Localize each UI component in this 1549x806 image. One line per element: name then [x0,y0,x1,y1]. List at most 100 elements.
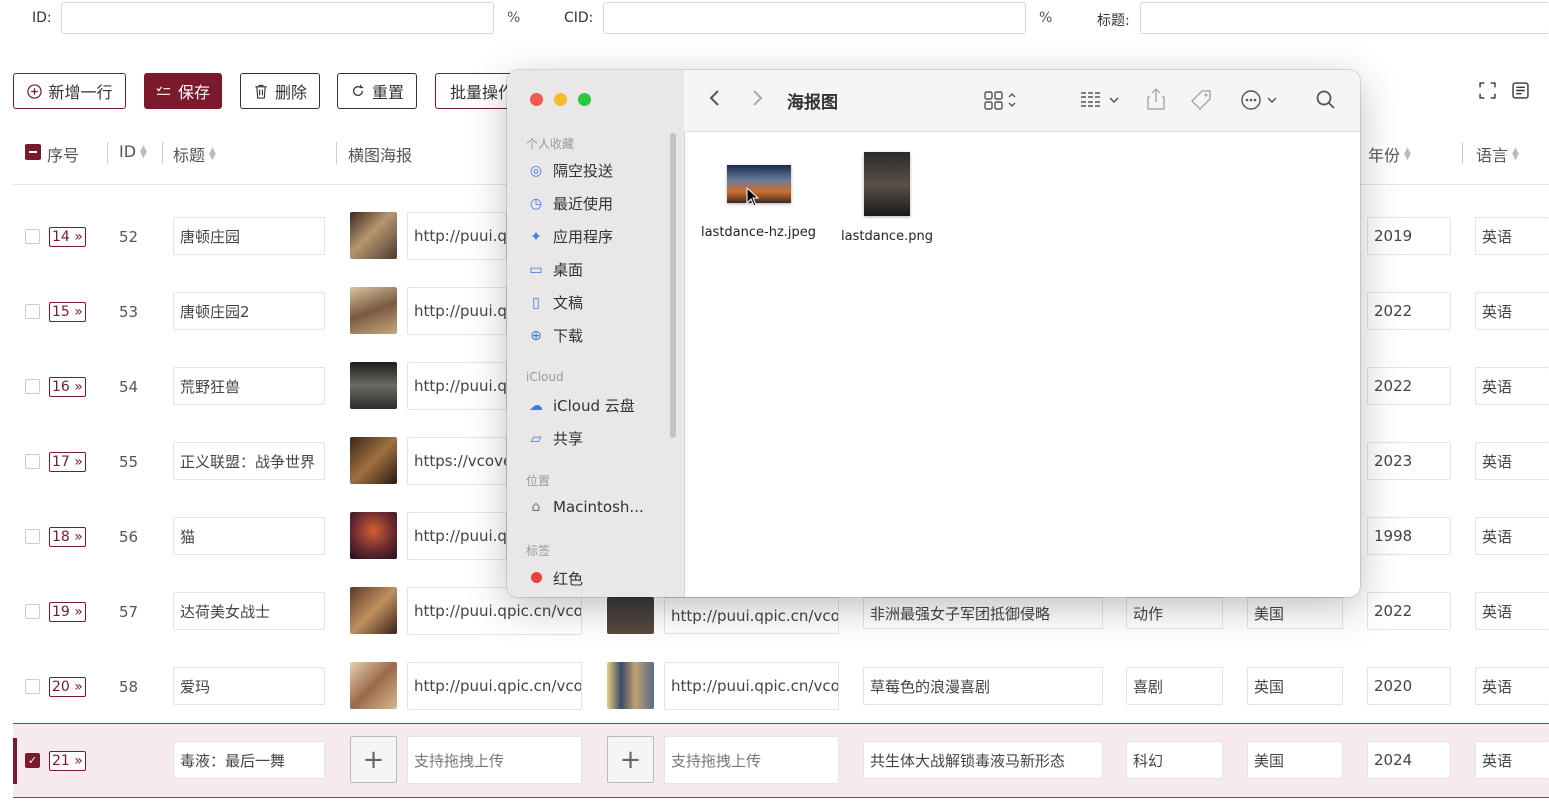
sidebar-item-shared[interactable]: ▱ 共享 [527,428,583,449]
group-by-icon[interactable] [1080,90,1124,115]
row-checkbox[interactable] [25,379,40,394]
year-input[interactable]: 2022 [1367,592,1451,630]
row-seq-badge[interactable]: 15 » [49,302,86,322]
language-select[interactable]: 英语 [1475,592,1549,630]
title-input[interactable]: 达荷美女战士 [173,592,325,630]
poster-url-input[interactable]: https://vcove [407,437,507,485]
sort-icon[interactable]: ▲ ▼ [209,147,216,162]
row-checkbox[interactable] [25,529,40,544]
genre-select[interactable]: 喜剧 [1126,667,1223,705]
header-language[interactable]: 语言 ▲ ▼ [1476,142,1519,166]
search-icon[interactable] [1316,90,1336,115]
year-input[interactable]: 1998 [1367,517,1451,555]
title-input[interactable]: 正义联盟：战争世界 [173,442,325,480]
poster-upload-plus-icon[interactable]: + [350,736,397,783]
poster-thumbnail[interactable] [350,212,397,259]
row-checkbox[interactable] [25,604,40,619]
year-input[interactable]: 2022 [1367,292,1451,330]
poster-url-input[interactable]: http://puui.qp [407,362,507,410]
title-search-input[interactable] [1140,2,1549,34]
grid-view-icon[interactable] [984,90,1018,115]
row-seq-badge[interactable]: 21 » [49,751,86,771]
poster-thumbnail[interactable] [350,362,397,409]
finder-window[interactable]: 个人收藏 ◎ 隔空投送 ◷ 最近使用 ✦ 应用程序 ▭ 桌面 ▯ 文稿 ⊕ 下载 iClou… [507,70,1360,597]
row-seq-badge[interactable]: 17 » [49,452,86,472]
language-select[interactable]: 英语 [1475,367,1549,405]
poster-url-input[interactable]: http://puui.qp [407,287,507,335]
year-input[interactable]: 2023 [1367,442,1451,480]
sort-icon[interactable]: ▲ ▼ [140,144,147,159]
language-select[interactable]: 英语 [1475,667,1549,705]
share-icon[interactable] [1146,87,1166,116]
vertical-poster-thumbnail[interactable] [607,662,654,709]
poster-thumbnail[interactable] [350,512,397,559]
back-chevron-icon[interactable] [708,88,722,113]
country-select[interactable]: 美国 [1247,741,1343,779]
poster-url-input[interactable]: http://puui.qp [407,212,507,260]
sidebar-item-icloud-drive[interactable]: ☁ iCloud 云盘 [527,395,635,416]
poster-url-input[interactable]: http://puui.qpic.cn/vco [407,662,582,710]
close-window-button[interactable] [530,93,543,106]
poster-thumbnail[interactable] [350,587,397,634]
title-input[interactable]: 爱玛 [173,667,325,705]
row-checkbox[interactable] [25,229,40,244]
description-input[interactable]: 草莓色的浪漫喜剧 [863,667,1103,705]
poster-url-input[interactable]: http://puui.qp [407,512,507,560]
description-input[interactable]: 非洲最强女子军团抵御侵略 [863,597,1103,629]
country-select[interactable]: 英国 [1247,667,1343,705]
genre-select[interactable]: 科幻 [1126,741,1223,779]
sidebar-item-tag-red[interactable]: 红色 [527,568,583,589]
year-input[interactable]: 2022 [1367,367,1451,405]
title-input[interactable]: 唐顿庄园 [173,217,325,255]
select-all-checkbox[interactable] [25,144,41,160]
cid-search-input[interactable] [603,2,1026,34]
description-input[interactable]: 共生体大战解锁毒液马新形态 [863,741,1103,779]
poster-thumbnail[interactable] [350,662,397,709]
genre-select[interactable]: 动作 [1126,597,1223,629]
year-input[interactable]: 2024 [1367,741,1451,779]
id-search-input[interactable] [61,2,494,34]
minimize-window-button[interactable] [554,93,567,106]
row-seq-badge[interactable]: 16 » [49,377,86,397]
vertical-poster-url-input[interactable]: 支持拖拽上传 [664,736,839,784]
header-year[interactable]: 年份 ▲ ▼ [1368,142,1411,166]
vertical-poster-url-input[interactable]: http://puui.qpic.cn/vco [664,597,839,634]
sort-icon[interactable]: ▲ ▼ [1512,147,1519,162]
sidebar-item-airdrop[interactable]: ◎ 隔空投送 [527,160,613,181]
column-settings-icon[interactable] [1512,82,1529,103]
title-input[interactable]: 荒野狂兽 [173,367,325,405]
poster-thumbnail[interactable] [350,437,397,484]
header-title[interactable]: 标题 ▲ ▼ [173,142,216,166]
sidebar-item-applications[interactable]: ✦ 应用程序 [527,226,613,247]
year-input[interactable]: 2019 [1367,217,1451,255]
row-checkbox[interactable] [25,679,40,694]
sidebar-item-recents[interactable]: ◷ 最近使用 [527,193,613,214]
year-input[interactable]: 2020 [1367,667,1451,705]
forward-chevron-icon[interactable] [750,88,764,113]
reset-button[interactable]: 重置 [337,73,417,109]
header-id[interactable]: ID ▲ ▼ [119,142,147,161]
language-select[interactable]: 英语 [1475,217,1549,255]
row-seq-badge[interactable]: 20 » [49,677,86,697]
poster-thumbnail[interactable] [350,287,397,334]
row-seq-badge[interactable]: 14 » [49,227,86,247]
language-select[interactable]: 英语 [1475,442,1549,480]
sidebar-item-downloads[interactable]: ⊕ 下载 [527,325,583,346]
add-row-button[interactable]: 新增一行 [13,73,126,109]
delete-button[interactable]: 删除 [240,73,320,109]
sidebar-item-desktop[interactable]: ▭ 桌面 [527,259,583,280]
language-select[interactable]: 英语 [1475,517,1549,555]
language-select[interactable]: 英语 [1475,292,1549,330]
maximize-window-button[interactable] [578,93,591,106]
title-input[interactable]: 猫 [173,517,325,555]
row-checkbox[interactable] [25,454,40,469]
sidebar-item-documents[interactable]: ▯ 文稿 [527,292,583,313]
save-button[interactable]: 保存 [144,73,222,109]
title-input[interactable]: 毒液：最后一舞 [173,741,325,779]
row-seq-badge[interactable]: 19 » [49,602,86,622]
country-select[interactable]: 美国 [1247,597,1343,629]
tag-icon[interactable] [1190,89,1212,116]
row-checkbox[interactable] [25,304,40,319]
fullscreen-icon[interactable] [1479,82,1496,103]
vertical-poster-upload-plus-icon[interactable]: + [607,736,654,783]
